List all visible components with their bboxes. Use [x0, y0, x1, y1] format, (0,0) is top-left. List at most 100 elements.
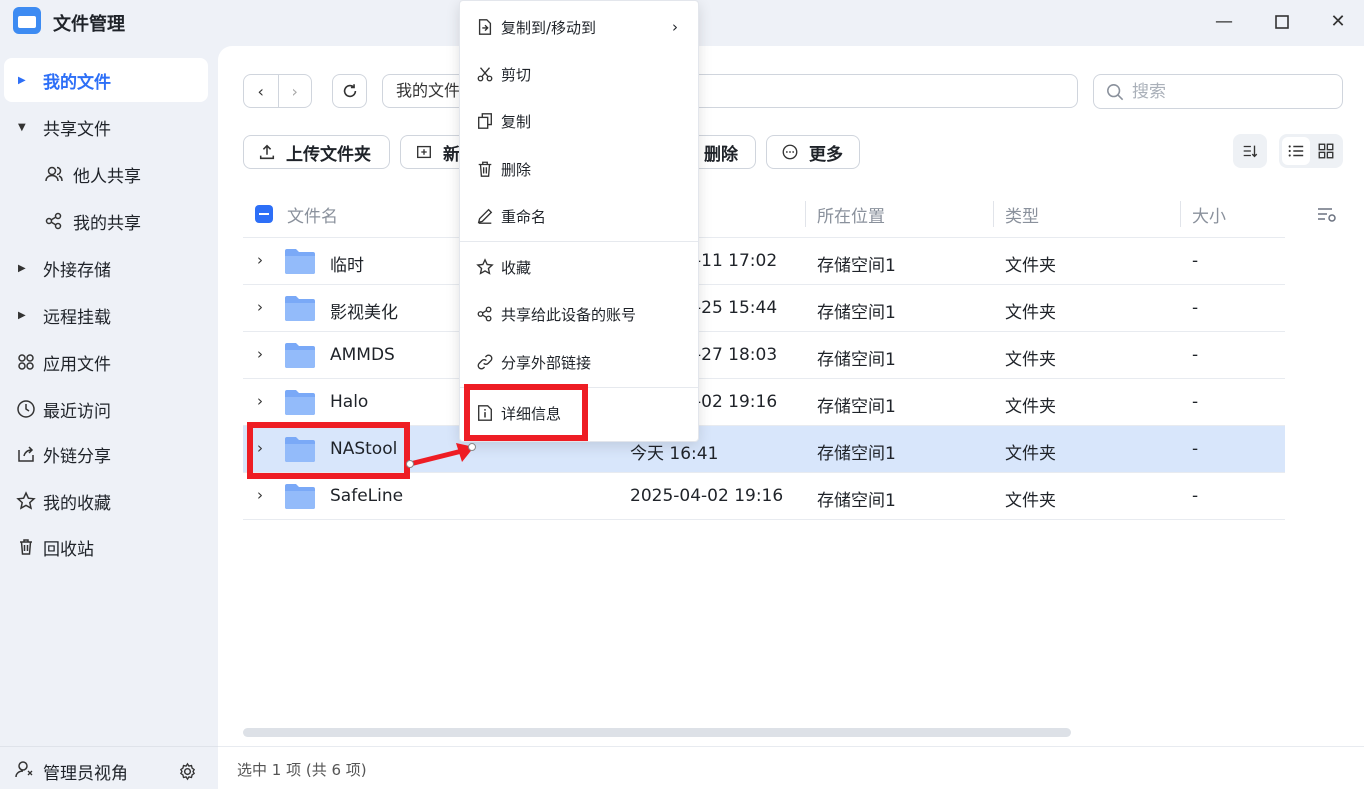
- sidebar-item-shared-files[interactable]: ▼ 共享文件: [4, 105, 208, 149]
- menu-item-favorite[interactable]: 收藏: [460, 247, 698, 287]
- search-input[interactable]: [1132, 79, 1332, 105]
- horizontal-scrollbar[interactable]: [243, 728, 1071, 737]
- grid-view-icon: [1318, 143, 1334, 159]
- list-view-icon: [1288, 145, 1304, 157]
- row-location: 存储空间1: [817, 350, 896, 370]
- sidebar-item-my-shares[interactable]: 我的共享: [4, 199, 208, 243]
- app-title: 文件管理: [53, 14, 125, 35]
- folder-icon: [285, 484, 315, 509]
- menu-item-copy-move[interactable]: 复制到/移动到 ›: [460, 7, 698, 47]
- column-divider: [1180, 201, 1181, 227]
- admin-user-icon: [15, 761, 33, 778]
- back-button[interactable]: ‹: [244, 75, 278, 107]
- menu-divider: [460, 241, 698, 242]
- sort-button[interactable]: [1233, 134, 1267, 168]
- trash-icon: [478, 161, 492, 177]
- sidebar-item-recycle-bin[interactable]: 回收站: [4, 525, 208, 569]
- column-settings-icon[interactable]: [1317, 206, 1337, 224]
- new-label: 新: [443, 144, 460, 165]
- row-type: 文件夹: [1005, 397, 1056, 417]
- menu-item-share-accounts[interactable]: 共享给此设备的账号: [460, 294, 698, 334]
- maximize-icon: [1275, 15, 1289, 29]
- expand-chevron-icon[interactable]: ›: [257, 345, 263, 363]
- row-location: 存储空间1: [817, 491, 896, 511]
- row-type: 文件夹: [1005, 444, 1056, 464]
- row-size: -: [1192, 486, 1199, 506]
- header-location[interactable]: 所在位置: [817, 202, 885, 227]
- menu-item-share-link[interactable]: 分享外部链接: [460, 342, 698, 382]
- expand-chevron-icon[interactable]: ›: [257, 298, 263, 316]
- gear-icon[interactable]: [178, 762, 197, 781]
- sidebar-item-label: 最近访问: [43, 401, 111, 422]
- context-menu: 复制到/移动到 › 剪切 复制 删除 重命名 收藏 共享给此设备的账号 分享外部…: [459, 0, 699, 442]
- status-bar: 选中 1 项 (共 6 项): [218, 746, 1364, 789]
- sidebar-item-label: 回收站: [43, 539, 94, 560]
- folder-icon: [285, 390, 315, 415]
- expand-chevron-icon[interactable]: ›: [257, 486, 263, 504]
- search-box[interactable]: [1093, 74, 1343, 109]
- header-size[interactable]: 大小: [1192, 202, 1226, 227]
- details-highlight-box: [464, 384, 588, 441]
- row-size: -: [1192, 439, 1199, 459]
- folder-icon: [285, 343, 315, 368]
- sidebar-item-my-files[interactable]: ▶ 我的文件: [4, 58, 208, 102]
- row-modified: -25 15:44: [695, 298, 778, 318]
- sidebar-item-app-files[interactable]: 应用文件: [4, 340, 208, 384]
- row-size: -: [1192, 251, 1199, 271]
- upload-folder-button[interactable]: 上传文件夹: [243, 135, 390, 169]
- external-share-icon: [18, 446, 34, 462]
- sidebar-item-label: 应用文件: [43, 354, 111, 375]
- copy-icon: [478, 113, 492, 129]
- refresh-button[interactable]: [332, 74, 367, 108]
- header-name[interactable]: 文件名: [287, 202, 338, 227]
- clock-icon: [17, 400, 35, 418]
- close-button[interactable]: ✕: [1324, 9, 1352, 35]
- header-type[interactable]: 类型: [1005, 202, 1039, 227]
- maximize-button[interactable]: [1268, 9, 1296, 35]
- menu-item-label: 复制到/移动到: [501, 18, 597, 37]
- menu-item-delete[interactable]: 删除: [460, 149, 698, 189]
- menu-item-rename[interactable]: 重命名: [460, 196, 698, 236]
- folder-icon: [285, 249, 315, 274]
- table-row[interactable]: › SafeLine 2025-04-02 19:16 存储空间1 文件夹 -: [243, 473, 1285, 520]
- share-nodes-icon: [45, 212, 62, 230]
- main-panel: ‹ › 我的文件 上传文件夹 新 删除 更多 文件名: [218, 46, 1364, 789]
- row-name: SafeLine: [330, 486, 404, 506]
- sidebar-item-label: 我的文件: [43, 72, 111, 93]
- expand-chevron-icon[interactable]: ›: [257, 251, 263, 269]
- menu-item-cut[interactable]: 剪切: [460, 54, 698, 94]
- sidebar-item-others-shared[interactable]: 他人共享: [4, 152, 208, 196]
- forward-button[interactable]: ›: [277, 75, 312, 107]
- table-row[interactable]: › Halo -02 19:16 存储空间1 文件夹 -: [243, 379, 1285, 426]
- more-label: 更多: [809, 144, 843, 165]
- expand-chevron-icon[interactable]: ›: [257, 392, 263, 410]
- row-modified: -11 17:02: [695, 251, 778, 271]
- sort-icon: [1243, 145, 1258, 158]
- row-modified: -27 18:03: [695, 345, 778, 365]
- grid-view-button[interactable]: [1312, 137, 1340, 165]
- caret-right-icon: ▶: [18, 262, 26, 274]
- sidebar-item-label: 外接存储: [43, 260, 111, 281]
- menu-item-copy[interactable]: 复制: [460, 101, 698, 141]
- caret-right-icon: ▶: [18, 74, 26, 86]
- sidebar-item-remote-mount[interactable]: ▶ 远程挂载: [4, 293, 208, 337]
- star-icon: [16, 491, 36, 510]
- select-all-checkbox[interactable]: [255, 205, 273, 223]
- sidebar-item-external-storage[interactable]: ▶ 外接存储: [4, 246, 208, 290]
- menu-item-label: 删除: [501, 160, 532, 179]
- table-row[interactable]: › 影视美化 -25 15:44 存储空间1 文件夹 -: [243, 285, 1285, 332]
- column-divider: [805, 201, 806, 227]
- table-row[interactable]: › 临时 -11 17:02 存储空间1 文件夹 -: [243, 238, 1285, 285]
- sidebar-item-external-links[interactable]: 外链分享: [4, 432, 208, 476]
- sidebar-item-recent[interactable]: 最近访问: [4, 387, 208, 431]
- refresh-icon: [343, 84, 356, 98]
- search-icon: [1107, 84, 1124, 101]
- table-row[interactable]: › AMMDS -27 18:03 存储空间1 文件夹 -: [243, 332, 1285, 379]
- sidebar-item-favorites[interactable]: 我的收藏: [4, 479, 208, 523]
- admin-view-label[interactable]: 管理员视角: [43, 759, 128, 784]
- menu-item-label: 分享外部链接: [501, 353, 592, 372]
- history-nav: ‹ ›: [243, 74, 312, 108]
- list-view-button[interactable]: [1282, 137, 1310, 165]
- minimize-button[interactable]: —: [1210, 9, 1238, 35]
- more-button[interactable]: 更多: [766, 135, 860, 169]
